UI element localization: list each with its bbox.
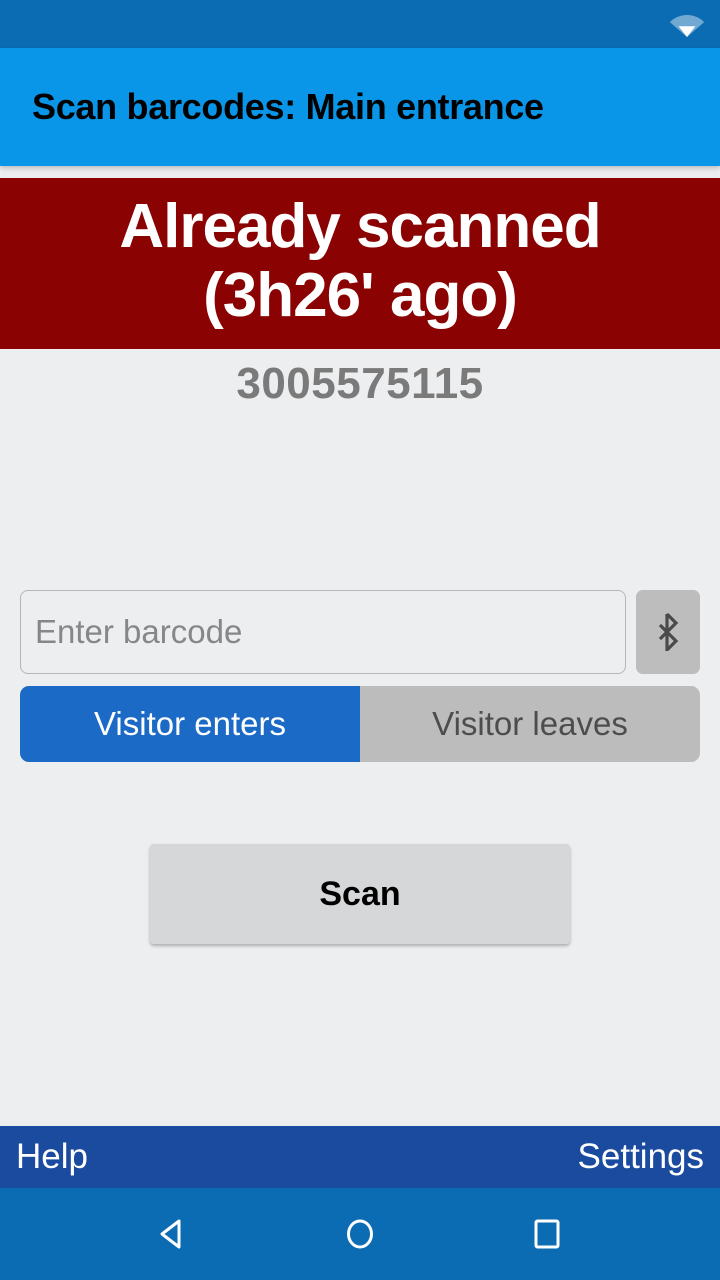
barcode-input[interactable] bbox=[20, 590, 626, 675]
segment-visitor-leaves[interactable]: Visitor leaves bbox=[360, 686, 700, 763]
bluetooth-icon bbox=[655, 613, 681, 652]
bottom-spacer bbox=[0, 944, 720, 1126]
status-banner-line2: (3h26' ago) bbox=[203, 261, 518, 331]
recents-square-icon[interactable] bbox=[515, 1202, 579, 1266]
barcode-entry-row bbox=[0, 590, 720, 675]
scan-button-container: Scan bbox=[0, 844, 720, 945]
bluetooth-button[interactable] bbox=[636, 590, 700, 675]
help-link[interactable]: Help bbox=[16, 1137, 88, 1177]
back-triangle-icon[interactable] bbox=[141, 1202, 205, 1266]
scan-button[interactable]: Scan bbox=[150, 844, 570, 945]
scanned-barcode-value: 3005575115 bbox=[236, 358, 484, 408]
bottom-bar: Help Settings bbox=[0, 1126, 720, 1188]
visitor-direction-toggle: Visitor enters Visitor leaves bbox=[0, 686, 720, 763]
status-bar bbox=[0, 0, 720, 48]
page-title: Scan barcodes: Main entrance bbox=[32, 86, 544, 128]
segment-visitor-enters[interactable]: Visitor enters bbox=[20, 686, 360, 763]
settings-link[interactable]: Settings bbox=[578, 1137, 704, 1177]
segment-visitor-enters-label: Visitor enters bbox=[94, 705, 286, 743]
wifi-icon bbox=[670, 11, 704, 37]
status-banner: Already scanned (3h26' ago) bbox=[0, 178, 720, 349]
app-screen: Scan barcodes: Main entrance Already sca… bbox=[0, 0, 720, 1280]
home-circle-icon[interactable] bbox=[328, 1202, 392, 1266]
android-navigation-bar bbox=[0, 1188, 720, 1280]
title-bar: Scan barcodes: Main entrance bbox=[0, 48, 720, 166]
segment-visitor-leaves-label: Visitor leaves bbox=[432, 705, 628, 743]
status-banner-line1: Already scanned bbox=[119, 192, 601, 261]
